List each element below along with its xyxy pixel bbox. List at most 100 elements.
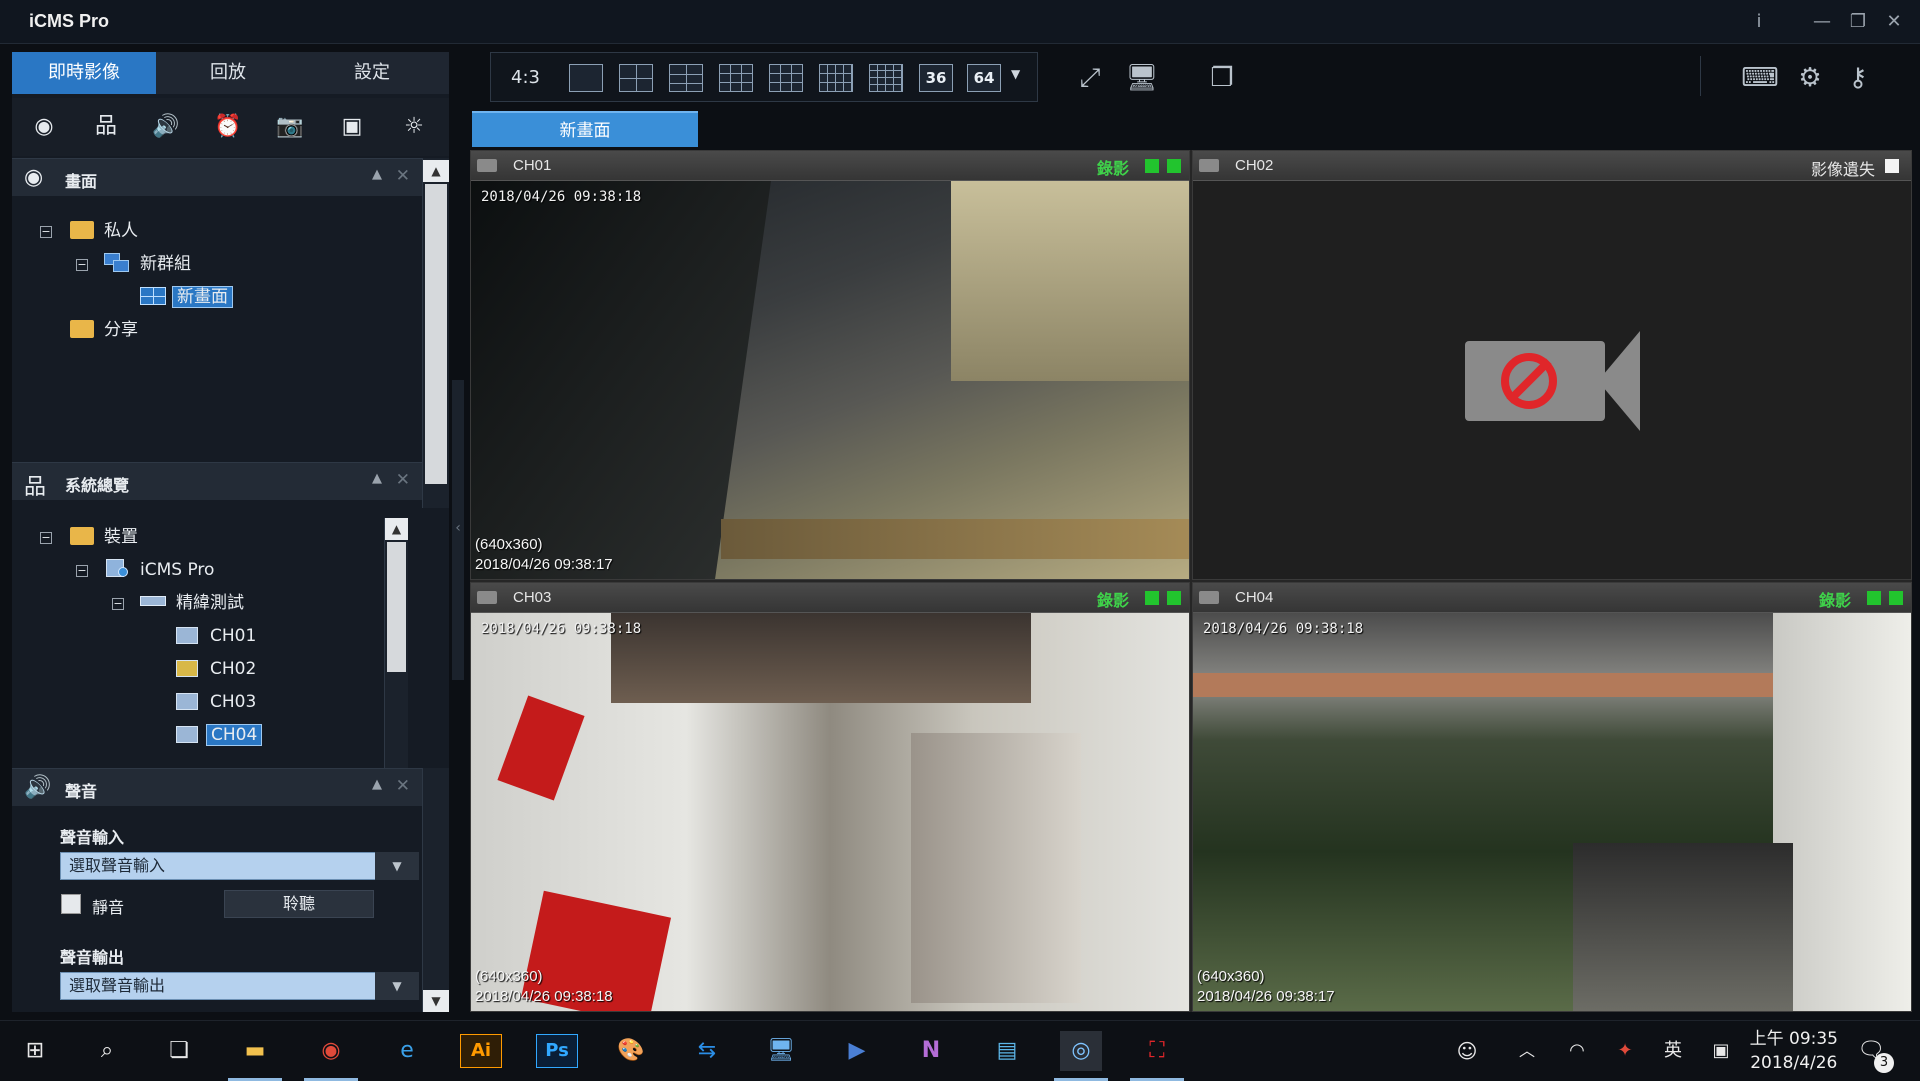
chrome-icon[interactable]: ◉ xyxy=(304,1031,358,1081)
ime-indicator[interactable]: 英 xyxy=(1652,1031,1694,1071)
multi-monitor-icon[interactable]: 🖥 xyxy=(1122,58,1162,98)
search-icon[interactable]: ⌕ xyxy=(86,1031,128,1071)
tray-chevron-icon[interactable]: ︿ xyxy=(1506,1031,1548,1071)
scroll-up-icon[interactable]: ▲ xyxy=(385,518,408,540)
expand-toggle[interactable]: − xyxy=(76,565,88,577)
video-call-icon[interactable]: ▶ xyxy=(836,1031,878,1071)
remote-desktop-icon[interactable]: 🖥 xyxy=(760,1031,802,1071)
tree-node-server[interactable]: iCMS Pro xyxy=(104,557,218,583)
channel-cell-ch01[interactable]: CH01 錄影 2018/04/26 09:38:18 (640x360) 201… xyxy=(470,150,1190,580)
video-feed-ch02[interactable] xyxy=(1193,181,1911,579)
layout-36-button[interactable]: 36 xyxy=(919,64,953,92)
sound-input-select[interactable]: 選取聲音輸入 ▼ xyxy=(60,852,419,880)
tree-node-ch03[interactable]: CH03 xyxy=(176,689,260,715)
chevron-down-icon[interactable]: ▼ xyxy=(375,972,419,1000)
language-icon[interactable]: ▣ xyxy=(1700,1031,1742,1071)
system-scrollbar[interactable]: ▲ ▼ xyxy=(384,518,408,804)
layout-16-icon[interactable] xyxy=(869,64,903,92)
tab-live[interactable]: 即時影像 xyxy=(12,52,156,94)
close-icon[interactable]: ✕ xyxy=(396,166,410,186)
dropbox-icon[interactable]: ✦ xyxy=(1604,1031,1646,1071)
control-panel-icon[interactable]: ▤ xyxy=(986,1031,1028,1071)
channel-cell-ch04[interactable]: CH04 錄影 2018/04/26 09:38:18 (640x360) 201… xyxy=(1192,582,1912,1012)
tab-new-view[interactable]: 新畫面 xyxy=(472,111,698,147)
layout-6-icon[interactable] xyxy=(669,64,703,92)
tree-node-shared[interactable]: 分享 xyxy=(70,317,142,343)
chevron-down-icon[interactable]: ▼ xyxy=(375,852,419,880)
tree-node-ch02[interactable]: CH02 xyxy=(176,656,260,682)
close-icon[interactable]: ✕ xyxy=(396,470,410,490)
icms-app-icon[interactable]: ◎ xyxy=(1054,1031,1108,1081)
scroll-down-icon[interactable]: ▼ xyxy=(423,990,449,1012)
close-icon[interactable]: ✕ xyxy=(396,776,410,796)
expand-toggle[interactable]: − xyxy=(40,226,52,238)
sound-section-header[interactable]: 🔊 聲音 ▲ ✕ xyxy=(12,768,422,806)
tree-node-devices[interactable]: 裝置 xyxy=(70,524,142,550)
onenote-icon[interactable]: N xyxy=(910,1031,952,1071)
tree-node-new-group[interactable]: 新群組 xyxy=(104,251,195,277)
collapse-icon[interactable]: ▲ xyxy=(372,777,382,792)
info-icon[interactable]: i xyxy=(1745,8,1773,36)
channel-cell-ch03[interactable]: CH03 錄影 2018/04/26 09:38:18 (640x360) 201… xyxy=(470,582,1190,1012)
tree-node-ch01[interactable]: CH01 xyxy=(176,623,260,649)
paint-icon[interactable]: 🎨 xyxy=(610,1031,652,1071)
channel-cell-ch02[interactable]: CH02 影像遺失 xyxy=(1192,150,1912,580)
tab-playback[interactable]: 回放 xyxy=(156,52,300,94)
minimize-button[interactable]: — xyxy=(1808,8,1836,36)
tree-node-private[interactable]: 私人 xyxy=(70,218,142,244)
keyboard-icon[interactable]: ⌨ xyxy=(1740,58,1780,98)
expand-toggle[interactable]: − xyxy=(112,598,124,610)
close-button[interactable]: ✕ xyxy=(1880,8,1908,36)
file-explorer-icon[interactable]: ▬ xyxy=(228,1031,282,1081)
wifi-icon[interactable]: ◠ xyxy=(1556,1031,1598,1071)
layout-10-icon[interactable] xyxy=(769,64,803,92)
window-info-icon[interactable]: ❐ xyxy=(1202,58,1242,98)
tree-node-nvr[interactable]: 精緯測試 xyxy=(140,590,248,616)
key-icon[interactable]: ⚷ xyxy=(1838,58,1878,98)
layout-64-button[interactable]: 64 xyxy=(967,64,1001,92)
snapshot-icon[interactable]: 📷 xyxy=(274,112,306,142)
illustrator-icon[interactable]: Ai xyxy=(460,1034,502,1068)
eye-icon[interactable]: ◉ xyxy=(28,112,60,142)
listen-button[interactable]: 聆聽 xyxy=(224,890,374,918)
layout-1-icon[interactable] xyxy=(569,64,603,92)
collapse-icon[interactable]: ▲ xyxy=(372,471,382,486)
layout-13-icon[interactable] xyxy=(819,64,853,92)
speaker-icon[interactable]: 🔊 xyxy=(150,112,182,142)
network-icon[interactable]: 品 xyxy=(90,112,122,142)
video-feed-ch01[interactable]: 2018/04/26 09:38:18 (640x360) 2018/04/26 … xyxy=(471,181,1189,579)
views-scrollbar[interactable]: ▲ xyxy=(422,158,449,508)
video-feed-ch04[interactable]: 2018/04/26 09:38:18 (640x360) 2018/04/26 … xyxy=(1193,613,1911,1011)
tree-node-new-view[interactable]: 新畫面 xyxy=(140,284,233,310)
collapse-icon[interactable]: ▲ xyxy=(372,167,382,182)
sound-output-select[interactable]: 選取聲音輸出 ▼ xyxy=(60,972,419,1000)
expand-toggle[interactable]: − xyxy=(76,259,88,271)
chevron-down-icon[interactable]: ▼ xyxy=(1011,67,1020,81)
video-feed-ch03[interactable]: 2018/04/26 09:38:18 (640x360) 2018/04/26 … xyxy=(471,613,1189,1011)
alarm-clock-icon[interactable]: ⏰ xyxy=(212,112,244,142)
views-section-header[interactable]: ◉ 畫面 ▲ ✕ xyxy=(12,158,422,196)
task-view-icon[interactable]: ❏ xyxy=(158,1031,200,1071)
sound-scrollbar[interactable]: ▼ xyxy=(422,768,449,1012)
brightness-icon[interactable]: ☼ xyxy=(398,112,430,142)
scroll-thumb[interactable] xyxy=(425,184,447,484)
system-section-header[interactable]: 品 系統總覽 ▲ ✕ xyxy=(12,462,422,500)
tab-settings[interactable]: 設定 xyxy=(300,52,444,94)
people-icon[interactable]: ☺ xyxy=(1446,1031,1488,1071)
expand-toggle[interactable]: − xyxy=(40,532,52,544)
mute-checkbox[interactable] xyxy=(61,894,81,914)
teamviewer-icon[interactable]: ⇆ xyxy=(686,1031,728,1071)
scroll-up-icon[interactable]: ▲ xyxy=(423,160,449,182)
maximize-button[interactable]: ❐ xyxy=(1844,8,1872,36)
photoshop-icon[interactable]: Ps xyxy=(536,1034,578,1068)
internet-explorer-icon[interactable]: e xyxy=(386,1031,428,1071)
gear-icon[interactable]: ⚙ xyxy=(1790,58,1830,98)
panel-splitter[interactable]: ‹ xyxy=(452,380,464,680)
layout-9-icon[interactable] xyxy=(719,64,753,92)
windows-start-icon[interactable]: ⊞ xyxy=(14,1031,56,1071)
tree-node-ch04[interactable]: CH04 xyxy=(176,722,263,748)
fullscreen-icon[interactable]: ⤢ xyxy=(1070,58,1110,98)
monitor-icon[interactable]: ▣ xyxy=(336,112,368,142)
layout-4-icon[interactable] xyxy=(619,64,653,92)
aspect-ratio-toggle[interactable]: 4:3 xyxy=(511,67,540,88)
